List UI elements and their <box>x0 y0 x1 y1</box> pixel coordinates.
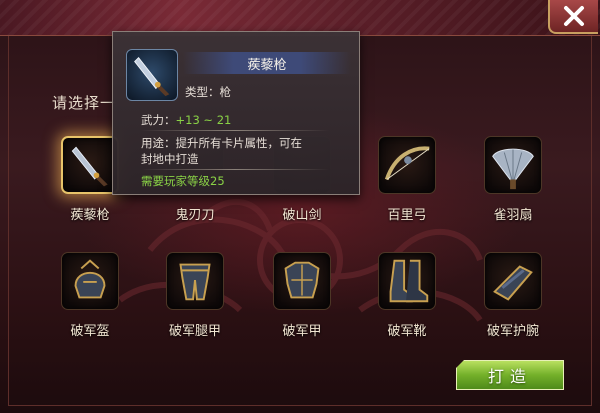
item-label: 破军靴 <box>387 324 427 339</box>
feather-fan-icon <box>492 148 534 190</box>
tooltip-usage-line-1: 用途：提升所有卡片属性，可在 <box>141 136 302 150</box>
item-pojun-boots[interactable]: 破军靴 <box>362 252 452 362</box>
tooltip-separator <box>141 169 329 170</box>
craft-button-label: 打造 <box>487 367 532 386</box>
tooltip-stat: 武力：+13 ~ 21 <box>141 112 231 128</box>
item-slot <box>484 136 542 194</box>
item-label: 破军盔 <box>70 324 110 339</box>
tooltip-title-bar: 蒺藜枪 <box>183 52 351 74</box>
item-label: 破军护腕 <box>486 324 539 339</box>
item-label: 鬼刃刀 <box>175 208 215 223</box>
tooltip-usage-line-2: 封地中打造 <box>141 152 199 166</box>
item-slot <box>273 252 331 310</box>
select-prompt: 请选择一 <box>52 94 117 112</box>
close-icon <box>564 6 584 26</box>
item-tooltip: 蒺藜枪 类型：枪 武力：+13 ~ 21 用途：提升所有卡片属性，可在 封地中打… <box>112 31 360 195</box>
tooltip-stat-label: 武力： <box>141 113 176 127</box>
item-label: 破军甲 <box>282 324 322 339</box>
tooltip-separator <box>141 130 329 131</box>
bracer-icon <box>493 265 533 301</box>
spear-icon <box>134 56 170 97</box>
item-feather-fan[interactable]: 雀羽扇 <box>468 136 558 246</box>
item-pojun-armor[interactable]: 破军甲 <box>257 252 347 362</box>
crafting-panel: 请选择一 蒺藜枪 鬼刃刀 破山剑 百里弓 雀羽扇 破军盔 破军腿甲 破军甲 破军… <box>0 0 600 413</box>
helmet-icon <box>74 259 106 299</box>
item-slot <box>166 252 224 310</box>
item-pojun-bracer[interactable]: 破军护腕 <box>468 252 558 362</box>
item-label: 蒺藜枪 <box>70 208 110 223</box>
tooltip-item-name: 蒺藜枪 <box>247 58 287 73</box>
item-label: 雀羽扇 <box>493 208 533 223</box>
item-baili-bow[interactable]: 百里弓 <box>362 136 452 246</box>
tooltip-type: 类型：枪 <box>185 85 231 99</box>
item-pojun-leg-armor[interactable]: 破军腿甲 <box>150 252 240 362</box>
item-slot <box>61 136 119 194</box>
tooltip-requirement: 需要玩家等级25 <box>141 174 225 188</box>
item-label: 破山剑 <box>282 208 322 223</box>
item-label: 百里弓 <box>387 208 427 223</box>
item-slot <box>484 252 542 310</box>
bow-icon <box>384 146 430 181</box>
leg-armor-icon <box>179 263 211 301</box>
tooltip-item-icon <box>126 49 178 101</box>
boots-icon <box>389 259 429 303</box>
craft-button[interactable]: 打造 <box>456 360 564 390</box>
item-label: 破军腿甲 <box>168 324 221 339</box>
chest-armor-icon <box>284 261 320 299</box>
item-slot <box>378 136 436 194</box>
item-slot <box>378 252 436 310</box>
tooltip-stat-value: +13 ~ 21 <box>175 113 232 127</box>
item-slot <box>61 252 119 310</box>
item-pojun-helmet[interactable]: 破军盔 <box>45 252 135 362</box>
close-button[interactable] <box>548 0 598 34</box>
spear-icon <box>71 146 108 187</box>
